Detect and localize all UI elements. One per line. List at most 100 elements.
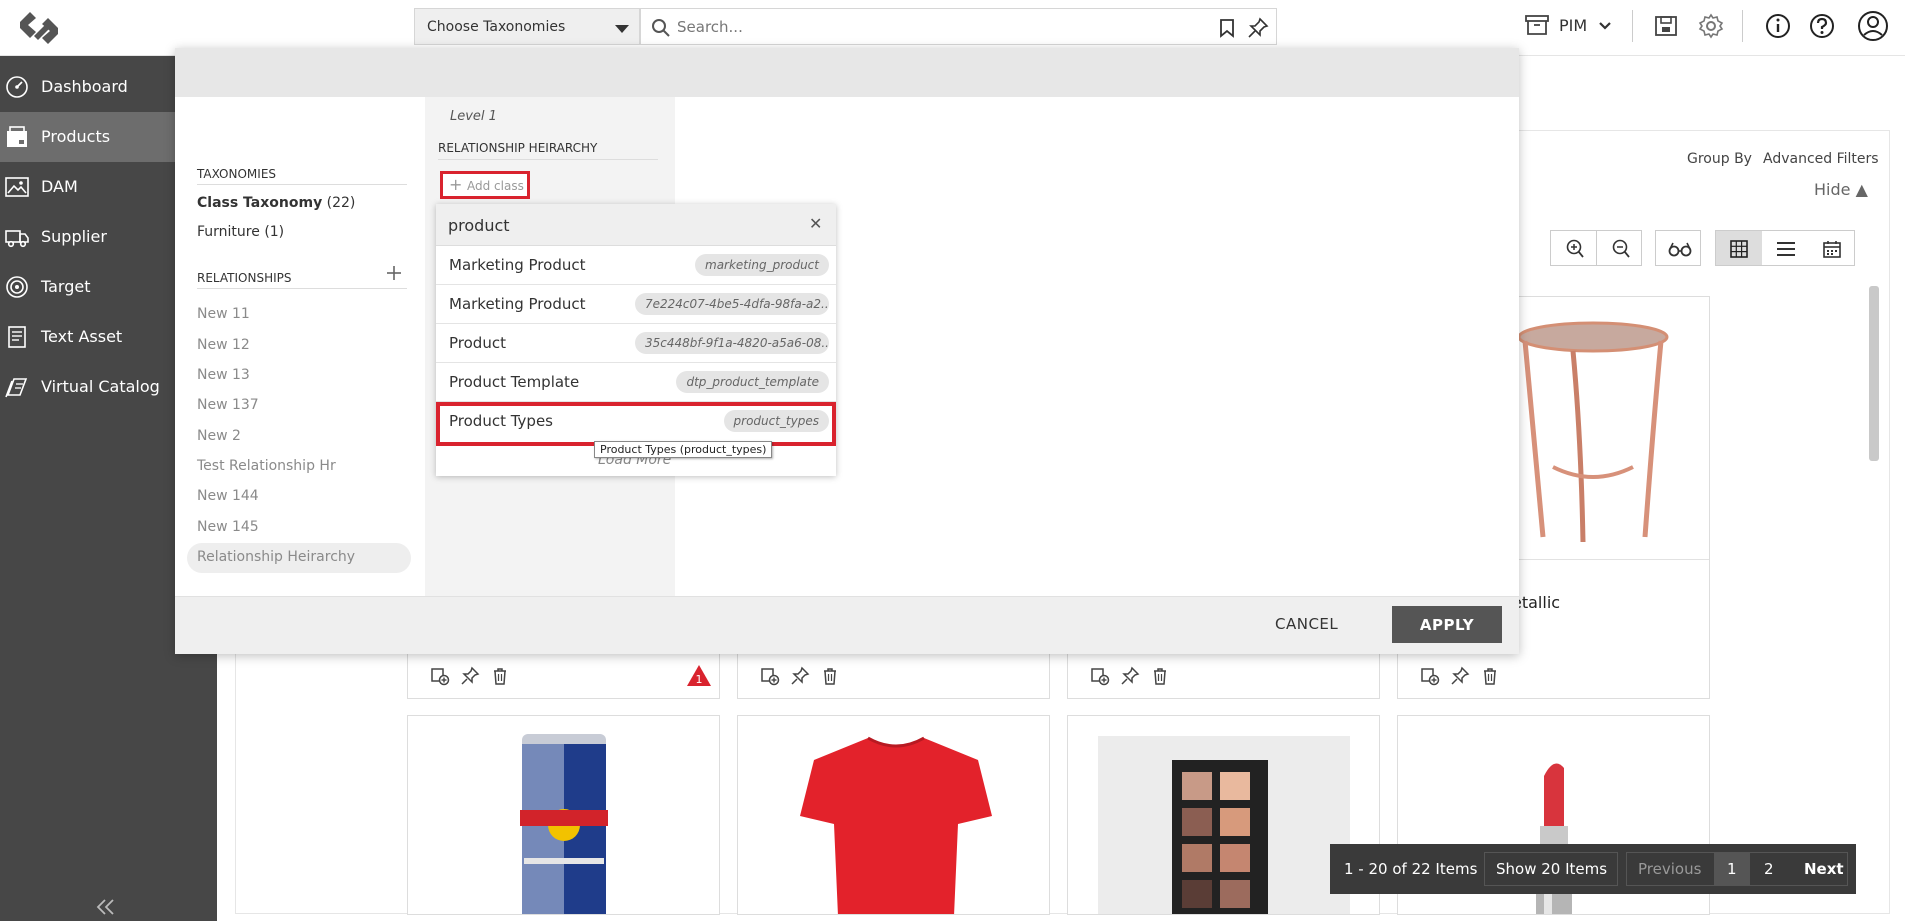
tooltip: Product Types (product_types): [594, 441, 773, 458]
add-to-collection-icon[interactable]: [430, 666, 450, 686]
close-icon[interactable]: ✕: [809, 214, 822, 233]
relationship-item[interactable]: New 145: [197, 519, 259, 535]
taxonomy-item-class-taxonomy[interactable]: Class Taxonomy (22): [197, 195, 355, 211]
advanced-filters-button[interactable]: Advanced Filters: [1763, 151, 1879, 167]
group-by-button[interactable]: Group By: [1687, 151, 1752, 167]
modal-footer: CANCEL APPLY: [175, 596, 1519, 654]
card-actions: [1412, 654, 1697, 698]
delete-icon[interactable]: [490, 666, 510, 686]
apply-button[interactable]: APPLY: [1392, 606, 1502, 643]
relationship-item[interactable]: New 144: [197, 488, 259, 504]
option-code-badge: dtp_product_template: [676, 371, 829, 393]
pin-icon[interactable]: [1120, 666, 1140, 686]
pin-icon[interactable]: [1450, 666, 1470, 686]
delete-icon[interactable]: [1480, 666, 1500, 686]
dropdown-option[interactable]: Marketing Product 7e224c07-4be5-4dfa-98f…: [436, 285, 836, 324]
sidebar-item-label: Supplier: [41, 227, 107, 246]
app-switcher-label: PIM: [1559, 16, 1588, 35]
add-to-collection-icon[interactable]: [760, 666, 780, 686]
modal-header: [175, 48, 1519, 97]
calendar-view-icon[interactable]: [1822, 239, 1842, 259]
help-icon[interactable]: [1808, 12, 1836, 40]
class-search-header: ✕: [436, 204, 836, 246]
product-card[interactable]: [737, 715, 1050, 915]
grid-view-icon[interactable]: [1729, 239, 1749, 259]
search-input[interactable]: [677, 15, 1177, 39]
dropdown-option[interactable]: Product Template dtp_product_template: [436, 363, 836, 402]
next-page-button[interactable]: Next: [1804, 844, 1844, 894]
relationship-item[interactable]: New 2: [197, 428, 241, 444]
taxonomy-select-label: Choose Taxonomies: [427, 19, 566, 35]
dropdown-option[interactable]: Product 35c448bf-9f1a-4820-a5a6-08...: [436, 324, 836, 363]
document-icon: [8, 326, 26, 348]
relationship-item[interactable]: New 137: [197, 397, 259, 413]
dropdown-option-product-types[interactable]: Product Types product_types: [436, 402, 836, 446]
cancel-button[interactable]: CANCEL: [1275, 615, 1338, 633]
taxonomy-name: Class Taxonomy: [197, 195, 323, 211]
zoom-in-icon[interactable]: [1565, 239, 1585, 259]
delete-icon[interactable]: [820, 666, 840, 686]
energy-drink-can-image: [520, 734, 608, 914]
info-icon[interactable]: [1764, 12, 1792, 40]
user-avatar-icon[interactable]: [1857, 10, 1889, 42]
products-icon: [7, 126, 27, 147]
add-class-button[interactable]: + Add class: [440, 171, 530, 199]
view-mode-button[interactable]: [1655, 230, 1701, 266]
sidebar-item-label: Text Asset: [41, 327, 123, 346]
pin-icon[interactable]: [1247, 17, 1269, 39]
relationship-item[interactable]: Test Relationship Hr: [197, 458, 336, 474]
pin-icon[interactable]: [460, 666, 480, 686]
divider: [1742, 10, 1743, 42]
layout-toggle: [1715, 230, 1855, 266]
save-icon[interactable]: [1652, 12, 1680, 40]
dropdown-option[interactable]: Marketing Product marketing_product: [436, 246, 836, 285]
relationships-heading: RELATIONSHIPS: [197, 271, 292, 285]
divider: [197, 288, 407, 289]
option-name: Product Template: [449, 373, 580, 391]
pin-icon[interactable]: [790, 666, 810, 686]
delete-icon[interactable]: [1150, 666, 1170, 686]
add-to-collection-icon[interactable]: [1090, 666, 1110, 686]
page-2-button[interactable]: 2: [1764, 844, 1774, 894]
app-logo-icon[interactable]: [16, 8, 62, 48]
taxonomy-item-furniture[interactable]: Furniture (1): [197, 224, 284, 240]
page-1-button[interactable]: 1: [1727, 844, 1737, 894]
relationship-item[interactable]: New 13: [197, 367, 250, 383]
divider: [197, 184, 407, 185]
card-actions: 1: [422, 654, 711, 698]
card-actions: [752, 654, 1037, 698]
relationship-item-relationship-heirarchy[interactable]: Relationship Heirarchy: [197, 549, 355, 565]
list-view-icon[interactable]: [1776, 239, 1796, 259]
relationship-item[interactable]: New 12: [197, 337, 250, 353]
zoom-out-icon[interactable]: [1611, 239, 1631, 259]
sidebar-item-label: Products: [41, 127, 111, 146]
product-card-title[interactable]: etallic: [1512, 593, 1560, 612]
product-card[interactable]: [407, 715, 720, 915]
taxonomy-list-panel: TAXONOMIES Class Taxonomy (22) Furniture…: [175, 97, 425, 596]
svg-text:1: 1: [696, 673, 703, 686]
relationship-item[interactable]: New 11: [197, 306, 250, 322]
eyeshadow-palette-image: [1172, 760, 1268, 914]
scrollbar[interactable]: [1869, 286, 1879, 461]
bookmark-icon[interactable]: [1218, 18, 1236, 38]
class-search-dropdown: ✕ Marketing Product marketing_product Ma…: [436, 204, 836, 476]
search-icon: [652, 19, 670, 37]
chevron-down-icon: [1599, 22, 1611, 30]
option-code-badge: 7e224c07-4be5-4dfa-98fa-a2...: [635, 293, 829, 315]
sidebar-item-label: Virtual Catalog: [41, 377, 160, 396]
warning-icon[interactable]: 1: [686, 664, 712, 688]
gear-icon[interactable]: [1697, 12, 1725, 40]
hide-filters-toggle[interactable]: Hide ▲: [1814, 180, 1868, 199]
show-items-label: Show 20 Items: [1496, 860, 1608, 878]
add-to-collection-icon[interactable]: [1420, 666, 1440, 686]
red-tshirt-image: [800, 736, 992, 914]
class-search-input[interactable]: [448, 212, 788, 238]
taxonomy-count: (1): [264, 224, 285, 240]
taxonomy-select[interactable]: Choose Taxonomies: [414, 8, 640, 45]
collapse-sidebar-icon[interactable]: [96, 898, 116, 916]
add-relationship-icon[interactable]: [386, 265, 402, 281]
catalog-icon: [5, 378, 28, 398]
divider: [438, 159, 658, 160]
add-class-label: Add class: [467, 179, 524, 193]
previous-page-button[interactable]: Previous: [1638, 844, 1701, 894]
